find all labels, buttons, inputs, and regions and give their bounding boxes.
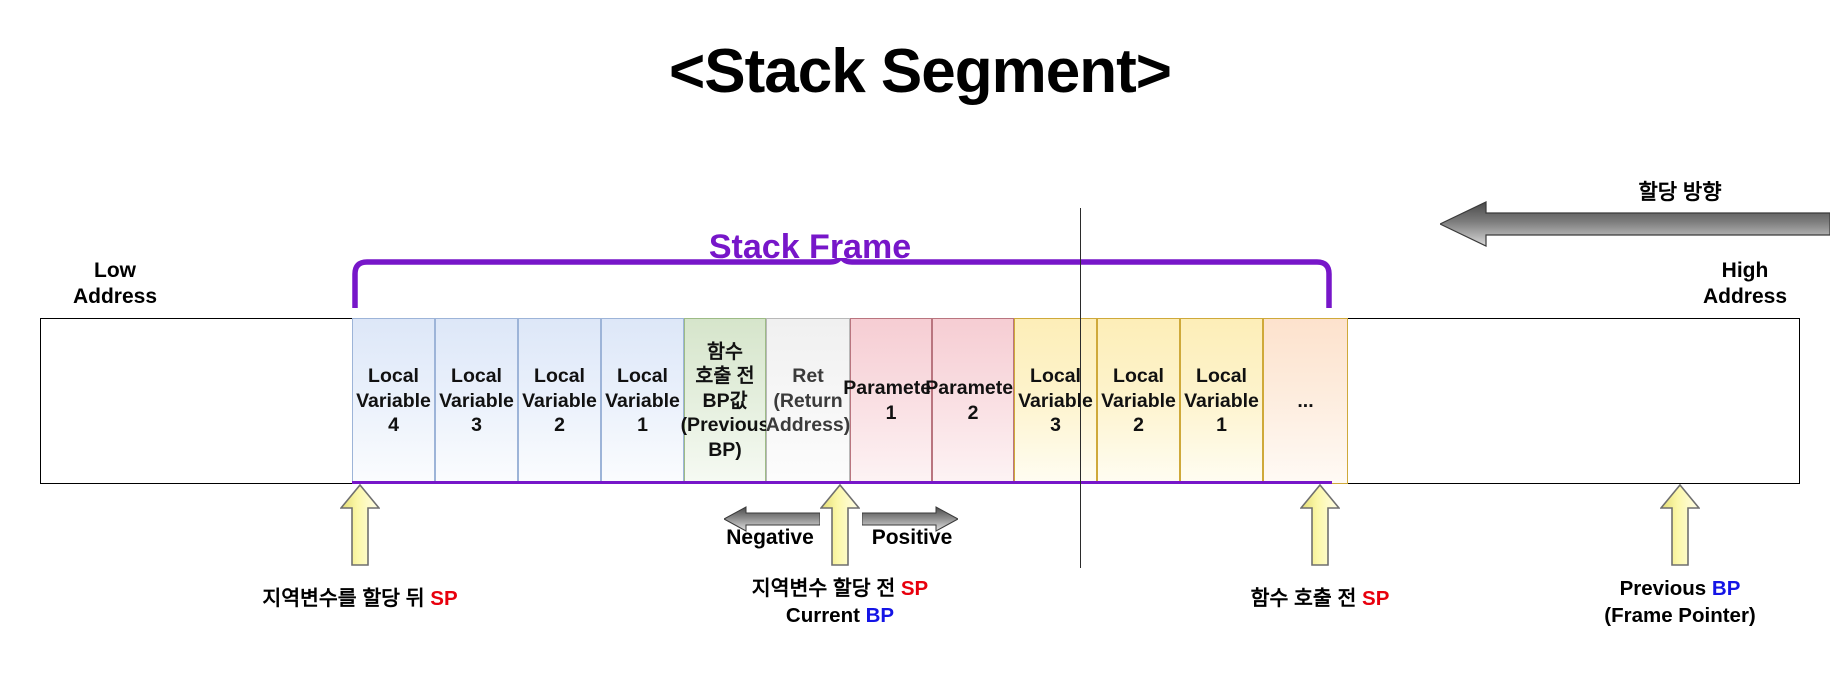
pointer-caption-sp-before-locals-line1-text: 지역변수 할당 전: [751, 577, 901, 600]
stack-cell-parameter-1: Parameter 1: [843, 318, 939, 484]
stack-cell-caller-local-2-line3: 2: [1133, 414, 1144, 437]
stack-cell-caller-local-2: Local Variable 2: [1097, 318, 1180, 484]
pointer-caption-sp-before-locals-accent2: BP: [865, 603, 895, 627]
pointer-caption-previous-bp-ptr-line1-text: Previous: [1619, 577, 1712, 600]
pointer-caption-sp-before-locals-accent1: SP: [900, 577, 929, 600]
pointer-arrow-sp-before-call: [1300, 484, 1340, 566]
pointer-caption-sp-after-locals-accent1: SP: [430, 587, 458, 610]
stack-cell-previous-bp-line2: 호출 전: [695, 365, 755, 388]
pointer-arrow-sp-before-locals: [820, 484, 860, 566]
stack-cell-previous-bp-line4: (Previous: [680, 414, 770, 437]
stack-cell-local-variable-3-line3: 3: [471, 414, 482, 437]
stack-cell-caller-local-2-line1: Local: [1113, 365, 1164, 388]
stack-cell-caller-local-1-line2: Variable: [1184, 389, 1259, 412]
pointer-arrow-previous-bp-ptr: [1660, 484, 1700, 566]
pointer-caption-previous-bp-ptr-line2-text: (Frame Pointer): [1604, 603, 1756, 627]
stack-cell-return-address: Ret (Return Address): [766, 318, 850, 484]
allocation-direction-arrow-icon: [1440, 201, 1830, 247]
negative-offset-label: Negative: [726, 526, 814, 549]
stack-cell-local-variable-4-line2: Variable: [356, 389, 431, 412]
stack-cell-caller-local-3-line1: Local: [1030, 365, 1081, 388]
stack-cell-previous-bp-line1: 함수: [707, 340, 743, 363]
stack-cell-local-variable-2-line2: Variable: [522, 389, 597, 412]
low-address-line1: Low: [94, 259, 136, 282]
stack-cell-parameter-2-line2: 2: [967, 402, 979, 424]
stack-cell-caller-local-3: Local Variable 3: [1014, 318, 1097, 484]
stack-cell-local-variable-4: Local Variable 4: [352, 318, 435, 484]
low-address-label: Low Address: [30, 258, 200, 309]
pointer-caption-sp-before-locals-line1: 지역변수 할당 전 SP: [640, 576, 1040, 603]
low-address-line2: Address: [72, 284, 158, 308]
high-address-line2: Address: [1702, 284, 1788, 308]
pointer-caption-sp-before-locals-line2: Current BP: [640, 603, 1040, 630]
pointer-caption-sp-after-locals-line1-text: 지역변수를 할당 뒤: [262, 587, 431, 610]
pointer-caption-sp-after-locals: 지역변수를 할당 뒤 SP: [160, 586, 560, 613]
stack-cell-caller-local-3-line2: Variable: [1018, 389, 1093, 412]
stack-cell-parameter-2: Parameter 2: [925, 318, 1021, 484]
stack-cell-return-address-line1: Ret: [792, 365, 824, 388]
stack-cell-previous-bp: 함수 호출 전 BP값 (Previous BP): [681, 318, 769, 484]
pointer-caption-sp-before-call-accent1: SP: [1362, 587, 1390, 610]
high-address-line1: High: [1721, 259, 1769, 282]
frame-boundary-line: [1080, 208, 1082, 568]
stack-cell-local-variable-1-line1: Local: [617, 365, 668, 388]
stack-cell-local-variable-1: Local Variable 1: [601, 318, 684, 484]
pointer-caption-previous-bp-ptr-line1: Previous BP: [1480, 576, 1840, 603]
stack-cell-local-variable-3: Local Variable 3: [435, 318, 518, 484]
pointer-caption-sp-before-call-line1-text: 함수 호출 전: [1250, 587, 1363, 610]
stack-cell-local-variable-3-line1: Local: [451, 365, 502, 388]
stack-cell-caller-local-1: Local Variable 1: [1180, 318, 1263, 484]
stack-frame-bracket: [352, 258, 1332, 308]
stack-cell-local-variable-4-line3: 4: [388, 414, 399, 437]
stack-cell-local-variable-1-line2: Variable: [605, 389, 680, 412]
high-address-label: High Address: [1660, 258, 1830, 309]
pointer-caption-sp-before-call: 함수 호출 전 SP: [1120, 586, 1520, 613]
stack-cell-local-variable-1-line3: 1: [637, 414, 648, 437]
positive-offset-label: Positive: [871, 526, 953, 549]
pointer-caption-previous-bp-ptr-accent1: BP: [1711, 577, 1741, 600]
pointer-caption-previous-bp-ptr: Previous BP (Frame Pointer): [1480, 576, 1840, 629]
page-title: <Stack Segment>: [669, 37, 1172, 106]
pointer-caption-sp-before-call-line1: 함수 호출 전 SP: [1120, 586, 1520, 613]
stack-cell-local-variable-3-line2: Variable: [439, 389, 514, 412]
stack-cell-caller-local-3-line3: 3: [1050, 414, 1061, 437]
pointer-caption-sp-after-locals-line1: 지역변수를 할당 뒤 SP: [160, 586, 560, 613]
stack-cell-ellipsis-cell: ...: [1263, 318, 1348, 484]
stack-cell-previous-bp-line3: BP값: [702, 389, 748, 412]
diagram-canvas: <Stack Segment> Low Address High Address…: [0, 0, 1840, 680]
stack-cell-local-variable-2-line1: Local: [534, 365, 585, 388]
stack-cell-parameter-2-line1: Parameter: [925, 377, 1021, 400]
pointer-caption-sp-before-locals-line2-text: Current: [785, 603, 866, 627]
pointer-caption-previous-bp-ptr-line2: (Frame Pointer): [1480, 603, 1840, 630]
pointer-arrow-sp-after-locals: [340, 484, 380, 566]
stack-cell-local-variable-2: Local Variable 2: [518, 318, 601, 484]
stack-cell-local-variable-4-line1: Local: [368, 365, 419, 388]
stack-cell-local-variable-2-line3: 2: [554, 414, 565, 437]
stack-cell-ellipsis-cell-line1: ...: [1297, 389, 1314, 412]
stack-cell-caller-local-1-line3: 1: [1216, 414, 1227, 437]
stack-cell-return-address-line2: (Return: [773, 389, 843, 412]
stack-cell-previous-bp-line5: BP): [708, 438, 742, 461]
stack-cell-caller-local-1-line1: Local: [1196, 365, 1247, 388]
stack-cell-caller-local-2-line2: Variable: [1101, 389, 1176, 412]
pointer-caption-sp-before-locals: 지역변수 할당 전 SP Current BP: [640, 576, 1040, 629]
stack-cell-return-address-line3: Address): [765, 414, 851, 437]
